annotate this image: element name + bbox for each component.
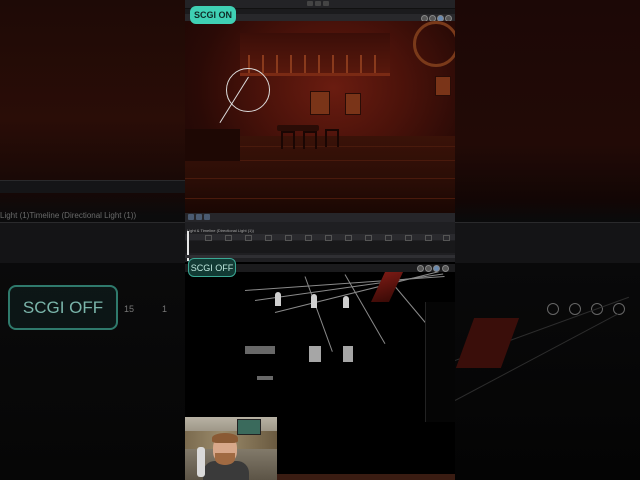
blurred-field-value-2: 1	[162, 304, 168, 314]
blurred-timeline-header: Light (1)Timeline (Directional Light (1)…	[0, 211, 137, 220]
floor-plank	[185, 198, 455, 199]
lit-baluster	[275, 292, 281, 306]
top-editor-panel	[185, 0, 455, 222]
blurred-red-beam	[455, 318, 520, 368]
toolbar-icon[interactable]	[188, 214, 194, 220]
toolbar-icon[interactable]	[204, 214, 210, 220]
scgi-on-badge: SCGI ON	[190, 6, 236, 24]
baluster	[262, 55, 264, 73]
window	[345, 93, 361, 115]
blurred-background-right	[455, 0, 640, 480]
blurred-icon	[613, 303, 625, 315]
wagon-wheel	[413, 21, 455, 67]
blurred-icon	[569, 303, 581, 315]
viewport-status-bar	[185, 213, 455, 222]
baluster	[374, 55, 376, 73]
timeline-keyframes[interactable]	[185, 234, 455, 241]
lit-baluster	[343, 296, 349, 308]
viewport-shading-icon[interactable]	[442, 265, 449, 272]
play-icon[interactable]	[315, 1, 321, 6]
gizmo-light-icon[interactable]	[226, 68, 270, 112]
timeline-panel: Light & Timeline (Directional Light (1))	[185, 222, 455, 262]
scgi-off-badge: SCGI OFF	[188, 258, 236, 277]
window	[435, 76, 451, 96]
lit-window	[343, 346, 353, 362]
baluster	[360, 55, 362, 73]
lit-window	[309, 346, 321, 362]
baluster	[304, 55, 306, 73]
floor-plank	[185, 178, 455, 179]
toolbar-icon[interactable]	[196, 214, 202, 220]
wall	[425, 302, 455, 422]
viewport-shading-icon[interactable]	[433, 265, 440, 272]
blurred-scgi-off-badge: SCGI OFF	[8, 285, 118, 330]
chair	[303, 131, 317, 149]
toolbar-icon[interactable]	[307, 1, 313, 6]
blurred-field-value: 15	[124, 304, 135, 314]
bottom-floor-strip	[277, 474, 455, 480]
toolbar-icon[interactable]	[323, 1, 329, 6]
background-monitor	[237, 419, 261, 435]
baluster	[276, 55, 278, 73]
viewport-shading-icon[interactable]	[425, 265, 432, 272]
timeline-track[interactable]	[185, 241, 455, 253]
grid-line	[304, 276, 333, 352]
baluster	[346, 55, 348, 73]
lit-strip	[245, 346, 275, 354]
viewport-scgi-on[interactable]	[185, 21, 455, 213]
baluster	[290, 55, 292, 73]
lit-baluster	[311, 294, 317, 308]
microphone-icon	[197, 447, 205, 477]
blurred-timeline	[0, 222, 185, 263]
window	[310, 91, 330, 115]
baluster	[318, 55, 320, 73]
chair	[325, 129, 339, 147]
baluster	[332, 55, 334, 73]
balcony	[240, 33, 390, 76]
blurred-icon	[547, 303, 559, 315]
presenter-hair	[212, 433, 238, 443]
chair	[281, 131, 295, 149]
lit-table	[257, 376, 273, 380]
blurred-timeline-right	[455, 222, 640, 263]
webcam-feed	[185, 417, 277, 480]
blurred-toolbar	[0, 180, 185, 193]
viewport-shading-icon[interactable]	[417, 265, 424, 272]
foreground-table	[185, 129, 240, 161]
blurred-background-left: Light (1)Timeline (Directional Light (1)…	[0, 0, 185, 480]
presenter-beard	[215, 453, 235, 465]
